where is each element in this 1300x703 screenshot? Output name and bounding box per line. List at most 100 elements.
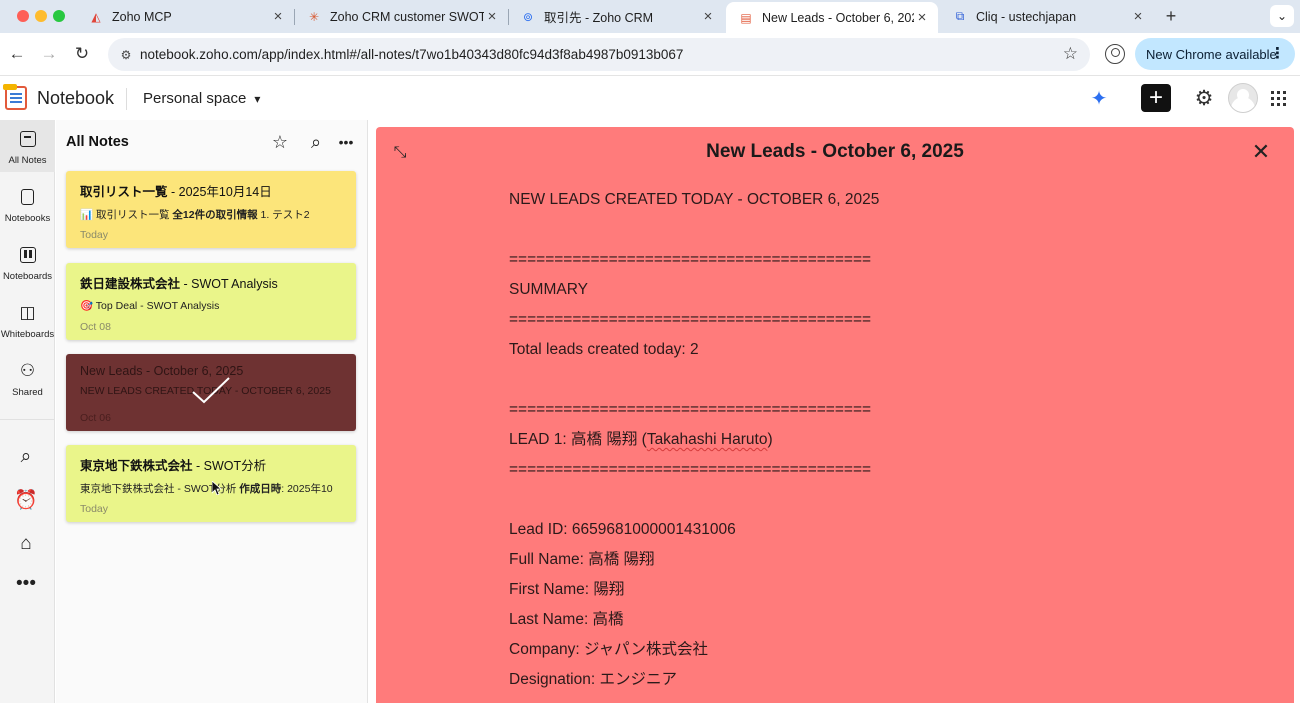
note-line [509,487,1209,517]
tab-close-icon[interactable]: × [700,8,716,25]
note-line: ======================================== [509,311,872,328]
window-close-button[interactable] [17,10,29,22]
back-button[interactable]: ← [6,43,28,65]
note-line: ======================================== [509,251,872,268]
window-minimize-button[interactable] [35,10,47,22]
note-card[interactable]: 東京地下鉄株式会社 - SWOT分析 東京地下鉄株式会社 - SWOT分析 作成… [66,445,356,522]
rail-item-all-notes[interactable]: All Notes [0,120,55,172]
browser-tab-new-leads[interactable]: ▤ New Leads - October 6, 2025 × [726,2,938,33]
add-note-button[interactable]: + [1141,84,1171,112]
note-card-date: Oct 06 [80,412,111,424]
note-card[interactable]: 取引リスト一覧 - 2025年10月14日 📊 取引リスト一覧 全12件の取引情… [66,171,356,248]
ai-assistant-icon[interactable]: ✦ [1087,86,1111,110]
note-title[interactable]: New Leads - October 6, 2025 [376,141,1294,163]
site-settings-icon[interactable]: ⚙ [116,45,136,65]
crm-icon: ⊚ [522,9,534,24]
list-title: All Notes [66,134,129,150]
app-header: Notebook Personal space ▾ ✦ + ⚙ [0,76,1300,120]
tab-close-icon[interactable]: × [484,8,500,25]
note-card-date: Oct 08 [80,321,111,333]
tag-icon[interactable]: ⌂ [14,532,38,556]
note-line: NEW LEADS CREATED TODAY - OCTOBER 6, 202… [509,191,880,208]
chevron-down-icon: ▾ [254,91,261,106]
rail-item-noteboards[interactable]: Noteboards [0,236,55,288]
avatar[interactable] [1228,83,1258,113]
note-line [509,217,1209,247]
reload-button[interactable]: ↻ [71,43,93,65]
space-name: Personal space [143,90,247,107]
more-vertical-icon[interactable]: ⋮ [1270,44,1285,62]
rail-item-notebooks[interactable]: Notebooks [0,178,55,230]
rail-item-whiteboards[interactable]: ◫ Whiteboards [0,294,55,346]
reminder-alarm-icon[interactable]: ⏰ [14,488,38,512]
notebook-icon: ▤ [740,10,752,25]
note-line: Last Name: 高橋 [509,611,624,628]
favorite-star-icon[interactable]: ☆ [268,130,292,154]
browser-tab-cliq[interactable]: ⧉ Cliq - ustechjapan × [940,0,1154,33]
browser-tab-crm[interactable]: ⊚ 取引先 - Zoho CRM × [508,0,724,33]
url-text: notebook.zoho.com/app/index.html#/all-no… [140,47,684,62]
note-body[interactable]: NEW LEADS CREATED TODAY - OCTOBER 6, 202… [509,187,1209,697]
check-icon [192,377,230,404]
tab-title: New Leads - October 6, 2025 [762,10,914,25]
tab-title: 取引先 - Zoho CRM [544,11,654,25]
notebooks-icon [21,186,34,208]
forward-button[interactable]: → [38,43,60,65]
mouse-cursor-icon [212,481,222,495]
more-horizontal-icon[interactable]: ••• [14,572,38,596]
note-card-preview: 📊 取引リスト一覧 全12件の取引情報 1. テスト2 [80,209,310,221]
tab-close-icon[interactable]: × [270,8,286,25]
rail-label: Whiteboards [0,329,55,340]
profile-icon[interactable] [1105,44,1125,64]
spellcheck-word: Takahashi Haruto [646,431,768,448]
rail-label: All Notes [8,155,47,166]
chevron-down-icon: ⌄ [1276,9,1288,23]
search-icon[interactable]: ⌕ [304,130,328,154]
notebook-logo-icon [3,84,27,110]
tab-search-button[interactable]: ⌄ [1270,5,1294,27]
left-nav-rail: All Notes Notebooks Noteboards ◫ Whitebo… [0,120,55,703]
rail-divider [0,419,55,420]
new-chrome-available-button[interactable]: New Chrome available ⋮ [1135,38,1295,70]
note-card-title: 鉄日建設株式会社 - SWOT Analysis [80,277,278,291]
new-tab-button[interactable]: + [1161,6,1181,27]
apps-grid-icon[interactable] [1271,91,1286,106]
more-horizontal-icon[interactable]: ••• [334,130,358,154]
tab-title: Cliq - ustechjapan [976,9,1077,24]
note-line: ======================================== [509,401,872,418]
note-line: Company: ジャパン株式会社 [509,641,708,658]
plus-icon: + [1148,84,1163,111]
close-icon[interactable]: ✕ [1250,139,1272,164]
note-card-date: Today [80,503,109,515]
window-zoom-button[interactable] [53,10,65,22]
browser-tab-zoho-mcp[interactable]: ◭ Zoho MCP × [76,0,294,33]
tab-close-icon[interactable]: × [914,9,930,26]
reload-icon: ↻ [74,44,90,63]
app-name: Notebook [37,88,115,108]
note-card-selected[interactable]: New Leads - October 6, 2025 NEW LEADS CR… [66,354,356,431]
note-line-lead-1: LEAD 1: 高橋 陽翔 (Takahashi Haruto) [509,431,773,448]
bookmark-star-icon[interactable]: ☆ [1063,44,1078,64]
spark-icon: ✳ [308,9,320,24]
note-card-title: 東京地下鉄株式会社 - SWOT分析 [80,459,267,473]
shared-icon: ⚇ [19,361,36,380]
address-bar[interactable]: ⚙ notebook.zoho.com/app/index.html#/all-… [108,38,1090,71]
header-divider [126,88,127,110]
note-card-preview: 🎯 Top Deal - SWOT Analysis [80,300,220,312]
search-icon[interactable]: ⌕ [14,445,38,469]
gear-icon[interactable]: ⚙ [1192,86,1216,110]
tab-title: Zoho MCP [112,9,172,24]
note-card[interactable]: 鉄日建設株式会社 - SWOT Analysis 🎯 Top Deal - SW… [66,263,356,340]
tab-close-icon[interactable]: × [1130,8,1146,25]
note-line: Lead ID: 6659681000001431006 [509,521,736,538]
note-editor[interactable]: ⤡ New Leads - October 6, 2025 ✕ NEW LEAD… [376,127,1294,703]
rail-item-shared[interactable]: ⚇ Shared [0,352,55,404]
space-selector[interactable]: Personal space ▾ [143,90,260,107]
rail-label: Shared [12,387,43,398]
browser-tab-swot[interactable]: ✳ Zoho CRM customer SWOT a × [294,0,508,33]
noteboards-icon [19,244,36,266]
update-label: New Chrome available [1146,46,1277,62]
note-card-title: 取引リスト一覧 - 2025年10月14日 [80,185,272,199]
note-line: Designation: エンジニア [509,671,677,688]
note-card-date: Today [80,229,109,241]
